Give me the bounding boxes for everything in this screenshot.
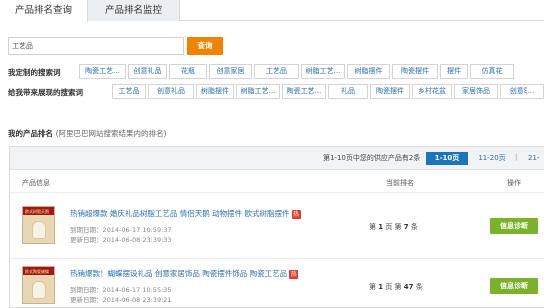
table-row: 欧式树脂天鹅 热销超爆款 婚庆礼品树脂工艺品 情侣天鹅 动物摆件 欧式树脂摆件热… [10,201,544,253]
recommended-keyword-chip[interactable]: 工艺品 [112,84,146,99]
table-row: 欧式陶瓷蝴蝶 热销爆款！蝴蝶摆设礼品 创意家居饰品 陶瓷摆件饰品 陶瓷工艺品热 … [10,261,544,308]
product-title-link[interactable]: 热销超爆款 婚庆礼品树脂工艺品 情侣天鹅 动物摆件 欧式树脂摆件热 [70,208,301,219]
search-button[interactable]: 查询 [187,37,223,55]
product-title[interactable]: 热销爆款！蝴蝶摆设礼品 创意家居饰品 陶瓷摆件饰品 陶瓷工艺品 [70,269,287,278]
recommended-keywords-label: 给我带来展现的搜索词 [8,88,83,97]
product-shape [32,221,46,239]
page-11-20-link[interactable]: 11-20页 [477,152,507,165]
recommended-keyword-chip[interactable]: 创意ξ... [500,84,544,99]
hot-badge-icon: 热 [291,209,301,219]
product-title[interactable]: 热销超爆款 婚庆礼品树脂工艺品 情侣天鹅 动物摆件 欧式树脂摆件 [70,209,290,218]
pager-separator: | [515,153,518,161]
update-date: 更新日期：2014-06-08 23:39:33 [70,236,172,244]
product-title-link[interactable]: 热销爆款！蝴蝶摆设礼品 创意家居饰品 陶瓷摆件饰品 陶瓷工艺品热 [70,268,299,279]
product-shape [32,281,46,299]
recommended-keyword-chip[interactable]: 乡村花盆 [412,84,452,99]
rank-page: 1 [378,283,384,291]
rank-item: 7 [403,223,409,231]
my-keyword-chip[interactable]: 陶瓷工艺... [79,64,126,79]
page-21-link[interactable]: 21- [528,152,544,165]
ranking-panel: 第1-10页中您的供应产品有2条 1-10页 11-20页 | 21- 产品信息… [9,146,544,308]
rank-page: 1 [378,223,384,231]
my-keyword-chip[interactable]: 花瓶 [169,64,207,79]
pager-info: 第1-10页中您的供应产品有2条 [323,154,421,162]
column-product-info: 产品信息 [22,179,50,187]
diagnose-button[interactable]: 信息诊断 [490,278,538,294]
recommended-keyword-chip[interactable]: 陶瓷摆件 [370,84,410,99]
recommended-keyword-chip[interactable]: 树脂摆件 [196,84,234,99]
my-keyword-chip[interactable]: 工艺品 [254,64,299,79]
product-thumbnail[interactable]: 欧式树脂天鹅 [22,206,55,244]
my-keyword-chip[interactable]: 创意家居 [209,64,252,79]
search-input[interactable]: 工艺品 [8,37,184,55]
page-1-10-button[interactable]: 1-10页 [426,152,468,165]
recommended-keyword-chip[interactable]: 陶瓷工艺... [282,84,326,99]
my-keyword-chip[interactable]: 陶瓷摆件 [392,64,438,79]
row-divider [10,258,544,259]
ranking-title-text: 我的产品排名 [8,129,53,138]
recommended-keyword-chip[interactable]: 礼品 [328,84,368,99]
my-keyword-chip[interactable]: 摆件 [440,64,468,79]
expire-date: 到期日期：2014-06-17 10:55:35 [70,286,172,294]
tab-bar: 产品排名查询 产品排名监控 [0,0,544,22]
expire-date: 到期日期：2014-06-17 10:59:37 [70,226,172,234]
recommended-keyword-chip[interactable]: 创意礼品 [148,84,194,99]
thumbnail-label: 欧式陶瓷蝴蝶 [25,269,49,274]
recommended-keyword-chip[interactable]: 树脂工艺... [236,84,280,99]
column-current-rank: 当前排名 [386,179,414,187]
my-keyword-chip[interactable]: 树脂摆件 [347,64,390,79]
thumbnail-label: 欧式树脂天鹅 [25,209,49,214]
header-divider [10,192,544,193]
my-keywords-label: 我定制的搜索词 [8,68,61,77]
recommended-keyword-chip[interactable]: 家居饰品 [454,84,498,99]
ranking-note: (阿里巴巴网站搜索结果内的排名) [55,129,167,138]
rank-cell: 第 1 页 第 7 条 [369,223,418,231]
hot-badge-icon: 热 [289,269,299,279]
update-date: 更新日期：2014-06-08 23:39:21 [70,296,172,304]
tab-ranking-query[interactable]: 产品排名查询 [0,0,88,22]
ranking-title: 我的产品排名 (阿里巴巴网站搜索结果内的排名) [8,128,166,139]
rank-item: 47 [403,283,414,291]
diagnose-button[interactable]: 信息诊断 [490,218,538,234]
my-keyword-chip[interactable]: 树脂工艺... [301,64,345,79]
product-thumbnail[interactable]: 欧式陶瓷蝴蝶 [22,266,55,304]
column-action: 操作 [507,179,521,187]
pager-bar: 第1-10页中您的供应产品有2条 1-10页 11-20页 | 21- [10,147,544,170]
tab-ranking-monitor[interactable]: 产品排名监控 [88,0,180,21]
my-keyword-chip[interactable]: 创意礼品 [128,64,167,79]
rank-cell: 第 1 页 第 47 条 [369,283,423,291]
my-keyword-chip[interactable]: 仿真花 [470,64,514,79]
